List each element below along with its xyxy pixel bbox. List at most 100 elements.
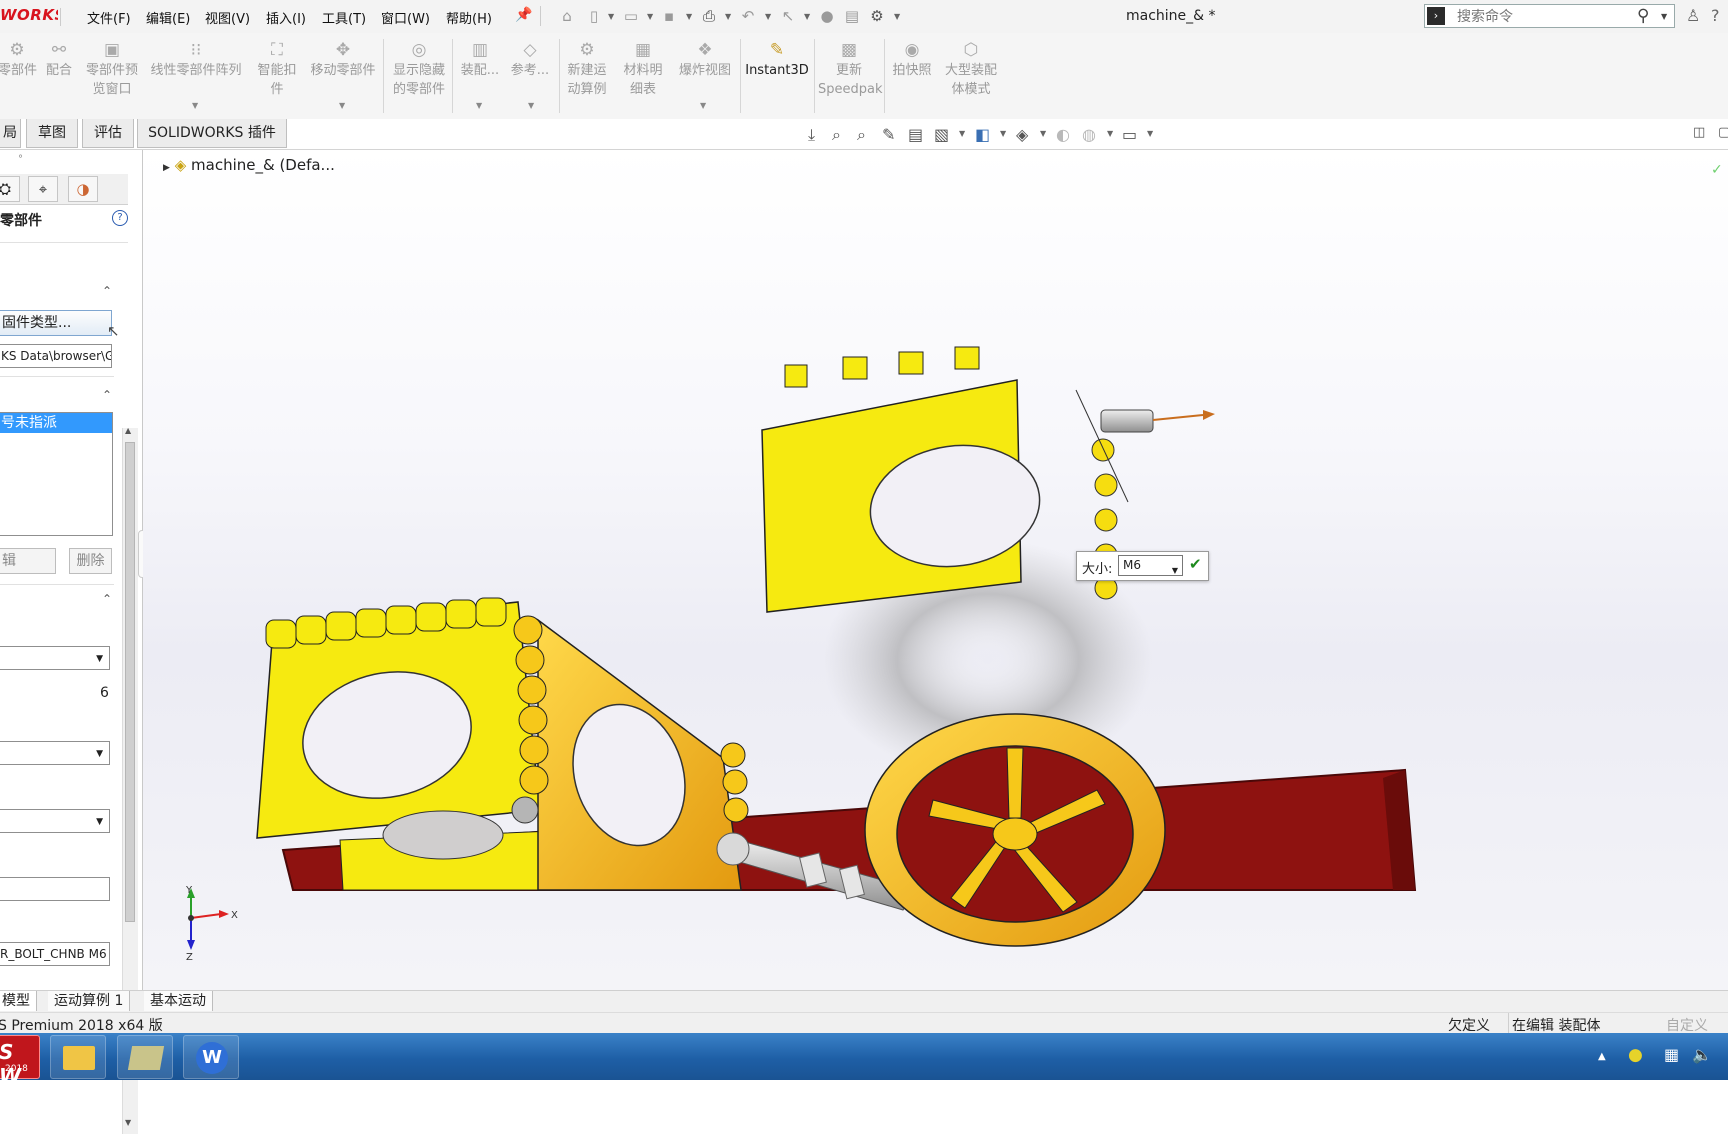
list-item[interactable]: 号未指派 <box>0 413 112 433</box>
scroll-down-icon[interactable]: ▼ <box>125 1118 131 1127</box>
fastener-list[interactable]: 号未指派 <box>0 412 113 536</box>
chevron-down-icon[interactable]: ▼ <box>765 12 771 21</box>
size-dropdown[interactable]: M6 ▼ <box>1118 555 1183 576</box>
menu-file[interactable]: 文件(F) <box>87 8 131 27</box>
chevron-down-icon[interactable]: ▼ <box>339 101 345 110</box>
save-icon[interactable]: ▪ <box>660 7 678 25</box>
dynamic-annotation-icon[interactable]: ▧ <box>934 125 949 144</box>
chevron-down-icon[interactable]: ▼ <box>476 101 482 110</box>
previous-view-icon[interactable]: ✎ <box>882 125 895 144</box>
ok-check-icon[interactable]: ✔ <box>1189 555 1202 573</box>
select-cursor-icon[interactable]: ↖ <box>779 7 797 25</box>
ribbon-component-preview[interactable]: ▣ 零部件预 览窗口 <box>80 41 144 99</box>
file-properties-icon[interactable]: ▤ <box>843 7 861 25</box>
chevron-down-icon[interactable]: ▼ <box>959 129 965 138</box>
ribbon-new-motion-study[interactable]: ⚙ 新建运 动算例 <box>563 41 611 99</box>
menu-help[interactable]: 帮助(H) <box>446 8 492 27</box>
network-icon[interactable]: ▦ <box>1664 1045 1679 1064</box>
tab-evaluate[interactable]: 评估 <box>82 119 134 148</box>
tab-solidworks-addins[interactable]: SOLIDWORKS 插件 <box>137 119 287 148</box>
display-style-icon[interactable]: ◈ <box>1016 125 1028 144</box>
display-manager-icon[interactable]: ◑ <box>68 176 98 202</box>
chevron-down-icon[interactable]: ▼ <box>1000 129 1006 138</box>
maximize-window-icon[interactable]: ▢ <box>1718 125 1728 140</box>
chevron-down-icon[interactable]: ▼ <box>804 12 810 21</box>
ribbon-mate[interactable]: ⚯ 配合 <box>42 41 76 80</box>
view-orientation-icon[interactable]: ⤓ <box>808 125 815 145</box>
edit-appearance-icon[interactable]: ◍ <box>1082 125 1096 144</box>
chevron-down-icon[interactable]: ▼ <box>528 101 534 110</box>
ribbon-large-assembly[interactable]: ⬡ 大型装配 体模式 <box>938 41 1004 99</box>
chevron-down-icon[interactable]: ▼ <box>894 12 900 21</box>
rebuild-icon[interactable]: ● <box>818 7 836 25</box>
ribbon-bom[interactable]: ▦ 材料明 细表 <box>619 41 667 99</box>
delete-button[interactable]: 删除 <box>69 548 112 574</box>
ribbon-exploded-view[interactable]: ❖ 爆炸视图 <box>673 41 737 80</box>
size-select[interactable]: ▼ <box>0 809 110 833</box>
menu-tools[interactable]: 工具(T) <box>322 8 366 27</box>
menu-insert[interactable]: 插入(I) <box>266 8 306 27</box>
ribbon-move-component[interactable]: ✥ 移动零部件 <box>306 41 380 80</box>
menu-edit[interactable]: 编辑(E) <box>146 8 190 27</box>
dimxpert-manager-icon[interactable]: ⌖ <box>28 176 58 202</box>
ribbon-reference-geometry[interactable]: ◇ 参考... <box>508 41 552 80</box>
view-settings-icon[interactable]: ▭ <box>1122 125 1137 144</box>
edit-button[interactable]: 辑 <box>0 548 56 574</box>
help-question-icon[interactable]: ? <box>1711 6 1720 25</box>
print-icon[interactable]: ⎙ <box>700 7 718 25</box>
search-icon[interactable]: ⚲ <box>1637 6 1649 26</box>
type-select[interactable]: ▼ <box>0 741 110 765</box>
options-gear-icon[interactable]: ⚙ <box>868 7 886 25</box>
drag-arrow[interactable] <box>1152 414 1204 421</box>
chevron-down-icon[interactable]: ▼ <box>700 101 706 110</box>
tab-sketch[interactable]: 草图 <box>26 119 78 148</box>
chevron-down-icon[interactable]: ▼ <box>608 12 614 21</box>
collapse-section-icon[interactable]: ⌃ <box>102 388 112 402</box>
ribbon-linear-pattern[interactable]: ⁝⁝ 线性零部件阵列 <box>146 41 246 80</box>
app-taskbar-button[interactable] <box>117 1035 173 1079</box>
hide-show-items-icon[interactable]: ◐ <box>1056 125 1070 144</box>
part-name-field[interactable]: R_BOLT_CHNB M6 <box>0 942 110 966</box>
fastener-path-field[interactable]: KS Data\browser\G <box>0 344 112 368</box>
panel-splitter-dot[interactable]: ° <box>18 154 23 165</box>
collapse-section-icon[interactable]: ⌃ <box>102 592 112 606</box>
ribbon-snapshot[interactable]: ◉ 拍快照 <box>888 41 936 80</box>
custom-units-button[interactable]: 自定义 <box>1666 1015 1708 1035</box>
standard-select[interactable]: ▼ <box>0 646 110 670</box>
length-field[interactable] <box>0 877 110 901</box>
pin-icon[interactable]: 📌 <box>515 7 532 23</box>
chevron-down-icon[interactable]: ▼ <box>1107 129 1113 138</box>
undo-icon[interactable]: ↶ <box>739 7 757 25</box>
solidworks-taskbar-button[interactable]: S W 2018 <box>0 1035 40 1088</box>
tab-basic-motion[interactable]: 基本运动 <box>144 991 213 1011</box>
hinge-pin[interactable] <box>1100 409 1154 433</box>
ribbon-instant3d[interactable]: ✎ Instant3D <box>744 41 810 80</box>
new-document-icon[interactable]: ▯ <box>585 7 603 25</box>
ribbon-update-speedpak[interactable]: ▩ 更新 Speedpak <box>818 41 883 99</box>
drag-arrowhead-icon[interactable] <box>1203 410 1215 420</box>
wps-taskbar-button[interactable]: W <box>183 1035 239 1079</box>
ribbon-smart-fasteners[interactable]: ⛶ 智能扣 件 <box>253 41 301 99</box>
open-folder-icon[interactable]: ▭ <box>622 7 640 25</box>
graphics-area[interactable]: ▶ ◈ machine_& (Defa... ✓ Y X Z 大小: M6 ▼ … <box>143 150 1728 990</box>
chevron-down-icon[interactable]: ▼ <box>1661 12 1667 21</box>
ribbon-show-hidden[interactable]: ◎ 显示隐藏 的零部件 <box>388 41 450 99</box>
restore-window-icon[interactable]: ◫ <box>1693 125 1705 140</box>
show-hidden-icons-icon[interactable]: ▲ <box>1598 1051 1606 1062</box>
tab-layout[interactable]: 局 <box>0 119 21 148</box>
chevron-down-icon[interactable]: ▼ <box>647 12 653 21</box>
chevron-down-icon[interactable]: ▼ <box>725 12 731 21</box>
chevron-down-icon[interactable]: ▼ <box>1040 129 1046 138</box>
hinge-plate-tilted[interactable] <box>511 615 749 891</box>
zoom-to-fit-icon[interactable]: ⌕ <box>832 125 841 145</box>
menu-view[interactable]: 视图(V) <box>205 8 250 27</box>
menu-window[interactable]: 窗口(W) <box>381 8 430 27</box>
hand-wheel[interactable] <box>864 713 1166 947</box>
volume-icon[interactable]: 🔈 <box>1692 1045 1712 1064</box>
tray-app-icon[interactable]: ● <box>1628 1045 1643 1065</box>
change-fastener-type-button[interactable]: 固件类型... <box>0 310 112 336</box>
search-input[interactable] <box>1455 6 1639 28</box>
ribbon-assembly-features[interactable]: ▥ 装配... <box>458 41 502 80</box>
zoom-to-area-icon[interactable]: ⌕ <box>857 125 866 145</box>
collapse-section-icon[interactable]: ⌃ <box>102 284 112 298</box>
